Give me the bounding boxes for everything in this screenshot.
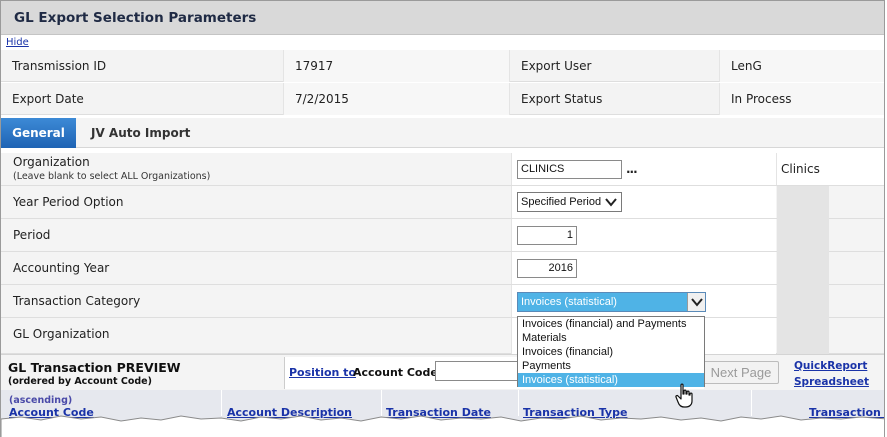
year-period-label: Year Period Option (13, 195, 124, 209)
next-page-button[interactable]: Next Page (703, 361, 779, 384)
organization-label-text: Organization (13, 155, 90, 169)
spacer-cell (777, 252, 829, 285)
info-row-date: Export Date 7/2/2015 Export Status In Pr… (1, 82, 884, 115)
organization-description: Clinics (781, 162, 820, 176)
account-code-input[interactable] (435, 361, 525, 381)
period-value-cell: 1 (511, 219, 776, 251)
export-status-value: In Process (720, 83, 884, 115)
period-input[interactable]: 1 (517, 226, 577, 245)
tab-general[interactable]: General (1, 118, 76, 148)
position-to-link[interactable]: Position to (289, 366, 356, 379)
year-period-selected: Specified Period (521, 196, 602, 208)
select-button[interactable] (687, 293, 705, 311)
year-period-value-cell: Specified Period (511, 186, 776, 218)
hand-pointer-icon (675, 383, 693, 408)
accounting-year-value-cell: 2016 (511, 252, 776, 284)
torn-edge (1, 415, 884, 437)
dropdown-option[interactable]: Materials (518, 331, 704, 345)
form-row-accounting-year: Accounting Year 2016 (1, 252, 884, 285)
chevron-down-icon (605, 198, 617, 207)
panel-header: GL Export Selection Parameters (1, 1, 884, 35)
dropdown-option[interactable]: Invoices (financial) (518, 345, 704, 359)
gl-export-panel: GL Export Selection Parameters Hide Tran… (0, 0, 885, 437)
transaction-category-value-cell: Invoices (statistical) (511, 285, 776, 317)
ellipsis-icon[interactable]: ... (626, 162, 638, 176)
hide-link[interactable]: Hide (6, 37, 29, 48)
preview-toolbar: GL Transaction PREVIEW (ordered by Accou… (1, 354, 884, 390)
panel-title: GL Export Selection Parameters (14, 10, 257, 26)
export-status-label: Export Status (510, 83, 720, 115)
organization-desc-cell: Clinics (776, 153, 884, 185)
tab-bar: General JV Auto Import (1, 118, 884, 148)
chevron-down-icon (691, 298, 703, 307)
form-row-year-period: Year Period Option Specified Period (1, 186, 884, 219)
spreadsheet-link[interactable]: Spreadsheet (794, 376, 869, 388)
spacer-cell (777, 318, 829, 354)
form-row-organization: Organization (Leave blank to select ALL … (1, 153, 884, 188)
accounting-year-label: Accounting Year (13, 261, 110, 275)
period-label: Period (13, 228, 51, 242)
spacer-cell (777, 186, 829, 219)
export-user-label: Export User (510, 50, 720, 82)
preview-title: GL Transaction PREVIEW (8, 360, 181, 375)
accounting-year-input[interactable]: 2016 (517, 259, 577, 278)
organization-input[interactable]: CLINICS (517, 160, 622, 179)
tab-jv-auto-import[interactable]: JV Auto Import (91, 118, 190, 148)
export-date-label: Export Date (1, 83, 284, 115)
dropdown-option[interactable]: Payments (518, 359, 704, 373)
quickreport-link[interactable]: QuickReport (794, 360, 867, 372)
transmission-id-label: Transmission ID (1, 50, 284, 82)
organization-value-cell: CLINICS ... (511, 153, 776, 185)
form-row-gl-organization: GL Organization (1, 318, 884, 354)
form-row-period: Period 1 (1, 219, 884, 252)
spacer-cell (777, 219, 829, 252)
export-user-value: LenG (720, 50, 884, 82)
gl-organization-label: GL Organization (13, 327, 110, 341)
account-code-label: Account Code (353, 366, 438, 379)
transmission-id-value: 17917 (284, 50, 510, 82)
transaction-category-selected: Invoices (statistical) (521, 296, 617, 308)
organization-label: Organization (Leave blank to select ALL … (13, 156, 210, 188)
transaction-category-label: Transaction Category (13, 294, 141, 308)
sort-direction-note: (ascending) (9, 395, 73, 406)
organization-hint: (Leave blank to select ALL Organizations… (13, 171, 211, 182)
dropdown-option[interactable]: Invoices (financial) and Payments (518, 317, 704, 331)
form-row-transaction-category: Transaction Category Invoices (statistic… (1, 285, 884, 318)
export-date-value: 7/2/2015 (284, 83, 510, 115)
transaction-category-dropdown: Invoices (financial) and Payments Materi… (517, 316, 705, 387)
info-row-transmission: Transmission ID 17917 Export User LenG (1, 49, 884, 82)
spacer-cell (777, 285, 829, 318)
transaction-category-select[interactable]: Invoices (statistical) (517, 292, 706, 312)
year-period-select[interactable]: Specified Period (517, 192, 622, 212)
preview-subtitle: (ordered by Account Code) (8, 376, 152, 387)
